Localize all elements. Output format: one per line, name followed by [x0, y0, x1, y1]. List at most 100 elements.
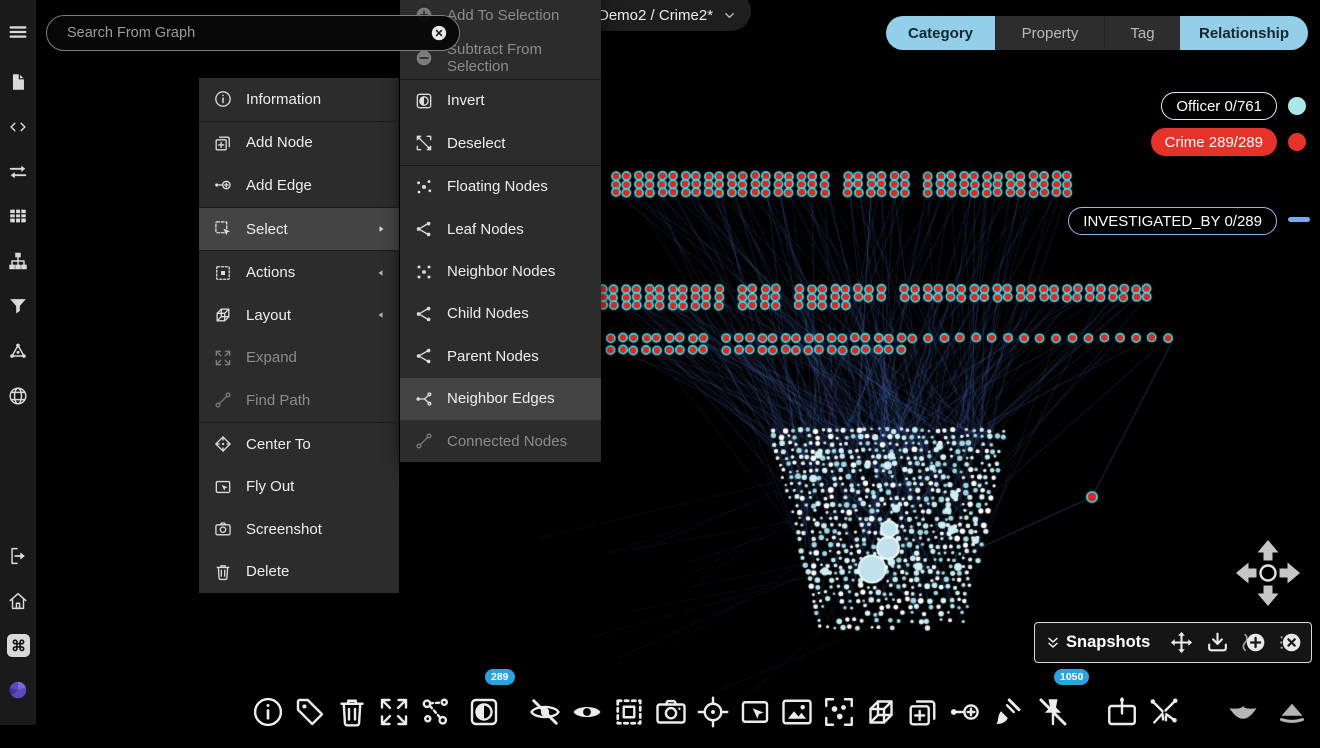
toolbar-notes-icon[interactable]	[1104, 676, 1140, 712]
toolbar-image-icon[interactable]	[779, 676, 815, 712]
nav-down-arrow	[1258, 586, 1279, 607]
legend-pill-officer[interactable]: Officer 0/761	[1161, 92, 1277, 120]
menu-item-fly-out[interactable]: Fly Out	[199, 465, 399, 508]
toolbar-floating-nodes-icon[interactable]	[418, 676, 454, 712]
legend-swatch-crime	[1288, 133, 1306, 151]
menu-item-add-node[interactable]: Add Node	[199, 122, 399, 165]
sidebar-code-icon[interactable]	[7, 116, 29, 138]
sidebar-shortcuts-icon[interactable]: ⌘	[7, 634, 29, 656]
neighbor-edges-icon	[414, 389, 434, 409]
menu-item-label: Floating Nodes	[447, 178, 589, 195]
toolbar-screenshot-icon[interactable]	[653, 676, 689, 712]
toolbar-selection-box-icon[interactable]	[611, 676, 647, 712]
menu-item-screenshot[interactable]: Screenshot	[199, 508, 399, 551]
sidebar-logout-icon[interactable]	[7, 545, 29, 567]
snapshots-panel: Snapshots	[1034, 622, 1312, 663]
toolbar-select-nodes-icon[interactable]	[821, 676, 857, 712]
delete-icon	[213, 562, 233, 582]
menu-item-label: Parent Nodes	[447, 348, 589, 365]
submenu-left-icon	[375, 309, 387, 321]
legend-pill-crime[interactable]: Crime 289/289	[1151, 128, 1277, 156]
toolbar-cut-edges-icon[interactable]	[1146, 676, 1182, 712]
toolbar-add-edge-icon[interactable]	[947, 676, 983, 712]
deselect-icon	[414, 133, 434, 153]
submenu-left-icon	[375, 267, 387, 279]
toolbar-information-icon[interactable]	[250, 676, 286, 712]
sidebar-transfers-icon[interactable]	[7, 161, 29, 183]
child-nodes-icon	[414, 304, 434, 324]
sidebar-documents-icon[interactable]	[7, 71, 29, 93]
snapshot-add-snapshot-icon[interactable]	[1241, 630, 1266, 655]
toolbar-show-icon[interactable]	[569, 676, 605, 712]
menu-item-label: Leaf Nodes	[447, 221, 589, 238]
legend-pill-investigated-by[interactable]: INVESTIGATED_BY 0/289	[1068, 207, 1277, 235]
toolbar-hide-icon[interactable]	[527, 676, 563, 712]
toolbar-unpin-icon[interactable]: 1050	[1035, 676, 1071, 712]
toolbar-tag-icon[interactable]	[292, 676, 328, 712]
sidebar-globe-icon[interactable]	[7, 385, 29, 407]
workspace-selector[interactable]: Demo2 / Crime2*	[580, 0, 751, 31]
snapshot-move-icon[interactable]	[1169, 630, 1194, 655]
graph-canvas[interactable]	[0, 0, 1320, 725]
menu-item-label: Layout	[246, 307, 362, 324]
sidebar-table-icon[interactable]	[7, 205, 29, 227]
menu-item-floating-nodes[interactable]: Floating Nodes	[400, 166, 601, 208]
menu-item-select[interactable]: Select	[199, 208, 399, 252]
tab-property[interactable]: Property	[995, 16, 1104, 50]
select-icon	[213, 219, 233, 239]
toolbar-style-brush-icon[interactable]	[989, 676, 1025, 712]
sidebar-hierarchy-icon[interactable]	[7, 250, 29, 272]
toolbar-expand-ground-icon[interactable]	[1274, 676, 1310, 712]
menu-item-delete[interactable]: Delete	[199, 551, 399, 594]
parent-nodes-icon	[414, 346, 434, 366]
menu-item-layout[interactable]: Layout	[199, 294, 399, 337]
sidebar-logo-icon[interactable]	[7, 679, 29, 701]
menu-item-label: Invert	[447, 92, 589, 109]
snapshot-download-icon[interactable]	[1205, 630, 1230, 655]
menu-item-invert[interactable]: Invert	[400, 80, 601, 122]
nav-up-arrow	[1258, 540, 1279, 561]
menu-item-deselect[interactable]: Deselect	[400, 122, 601, 165]
legend-swatch-investigated-by	[1288, 217, 1310, 222]
navigation-pad[interactable]	[1232, 534, 1304, 614]
collapse-icon[interactable]	[1045, 635, 1061, 651]
menu-item-label: Neighbor Nodes	[447, 263, 589, 280]
navpad-arrows	[1236, 540, 1300, 606]
menu-item-neighbor-edges[interactable]: Neighbor Edges	[400, 378, 601, 420]
toolbar-expand-icon[interactable]	[376, 676, 412, 712]
menu-item-add-edge[interactable]: Add Edge	[199, 164, 399, 208]
snapshot-close-icon[interactable]	[1277, 630, 1302, 655]
nav-center	[1261, 566, 1276, 581]
menu-item-label: Screenshot	[246, 521, 387, 538]
toolbar-collapse-ground-icon[interactable]	[1225, 676, 1261, 712]
left-sidebar: ⌘	[0, 0, 36, 725]
menu-item-label: Add To Selection	[447, 7, 589, 24]
menu-item-center-to[interactable]: Center To	[199, 423, 399, 466]
toolbar-fly-out-icon[interactable]	[737, 676, 773, 712]
menu-item-label: Fly Out	[246, 478, 387, 495]
menu-item-label: Connected Nodes	[447, 433, 589, 450]
sidebar-home-icon[interactable]	[7, 590, 29, 612]
tab-relationship[interactable]: Relationship	[1180, 16, 1308, 50]
menu-item-child-nodes[interactable]: Child Nodes	[400, 293, 601, 335]
tab-tag[interactable]: Tag	[1104, 16, 1180, 50]
toolbar-delete-icon[interactable]	[334, 676, 370, 712]
menu-item-leaf-nodes[interactable]: Leaf Nodes	[400, 208, 601, 250]
menu-item-information[interactable]: Information	[199, 78, 399, 122]
sidebar-filter-icon[interactable]	[7, 295, 29, 317]
toolbar-center-to-icon[interactable]	[695, 676, 731, 712]
toolbar-layout-icon[interactable]	[863, 676, 899, 712]
search-input[interactable]	[65, 24, 429, 42]
menu-item-actions[interactable]: Actions	[199, 251, 399, 294]
toolbar-badge: 289	[485, 669, 515, 685]
menu-item-neighbor-nodes[interactable]: Neighbor Nodes	[400, 250, 601, 292]
menu-item-label: Add Node	[246, 134, 387, 151]
menu-item-label: Expand	[246, 349, 387, 366]
toolbar-add-node-icon[interactable]	[905, 676, 941, 712]
hamburger-menu-icon[interactable]	[7, 21, 29, 43]
tab-category[interactable]: Category	[886, 16, 995, 50]
menu-item-parent-nodes[interactable]: Parent Nodes	[400, 335, 601, 377]
toolbar-invert-selection-icon[interactable]: 289	[466, 676, 502, 712]
sidebar-network-icon[interactable]	[7, 340, 29, 362]
clear-search-icon[interactable]	[429, 23, 449, 43]
